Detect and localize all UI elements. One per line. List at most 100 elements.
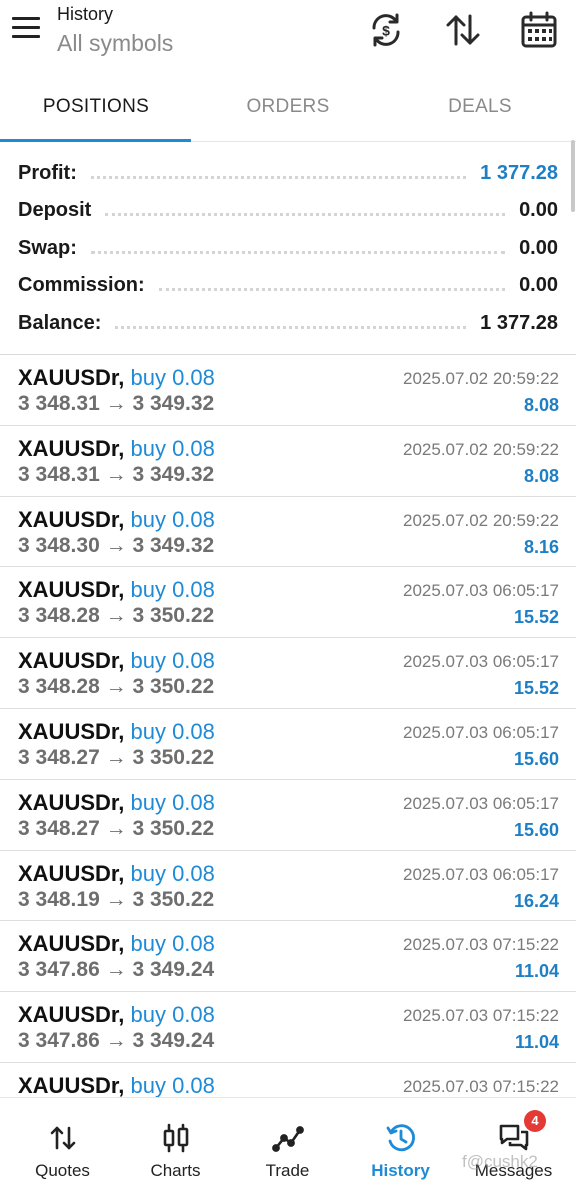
deal-profit: 11.04 <box>514 961 559 982</box>
deal-row[interactable]: XAUUSDr, buy 0.08 3 348.31 → 3 349.32 2025… <box>0 355 576 426</box>
unread-badge: 4 <box>524 1110 546 1132</box>
deal-profit: 15.60 <box>513 748 559 769</box>
deal-row[interactable]: XAUUSDr, buy 0.08 3 348.28 → 3 350.22 2025… <box>0 638 576 709</box>
deal-row[interactable]: XAUUSDr, buy 0.08 2025.07.03 07:15:22 <box>0 1063 576 1097</box>
nav-charts-label: Charts <box>150 1161 201 1180</box>
symbol-name: XAUUSDr, <box>18 1002 125 1028</box>
currency-exchange-icon[interactable]: $ <box>366 10 406 50</box>
trade-type: buy 0.08 <box>130 718 215 744</box>
symbol-name: XAUUSDr, <box>18 789 125 815</box>
deposit-label: Deposit <box>18 198 92 221</box>
history-tabs: POSITIONS ORDERS DEALS <box>0 78 576 142</box>
trade-type: buy 0.08 <box>130 648 215 674</box>
tab-deals[interactable]: DEALS <box>384 78 576 140</box>
deal-prices: 3 348.31 → 3 349.32 <box>18 392 214 416</box>
deal-row[interactable]: XAUUSDr, buy 0.08 3 348.27 → 3 350.22 2025… <box>0 709 576 780</box>
symbol-filter[interactable]: All symbols <box>57 30 173 57</box>
trade-type: buy 0.08 <box>130 577 215 603</box>
trade-icon <box>271 1122 304 1154</box>
commission-value: 0.00 <box>519 273 558 296</box>
profit-label: Profit: <box>18 161 77 184</box>
deal-time: 2025.07.03 07:15:22 <box>403 935 559 955</box>
deal-profit: 15.60 <box>513 819 559 840</box>
open-price: 3 348.28 <box>18 604 100 628</box>
deal-row[interactable]: XAUUSDr, buy 0.08 3 348.27 → 3 350.22 2025… <box>0 780 576 851</box>
balance-label: Balance: <box>18 311 102 334</box>
page-title: History <box>57 4 114 24</box>
symbol-name: XAUUSDr, <box>18 931 125 957</box>
deal-prices: 3 347.86 → 3 349.24 <box>18 958 214 982</box>
deal-time: 2025.07.03 06:05:17 <box>403 793 559 813</box>
trade-type: buy 0.08 <box>130 1072 215 1097</box>
summary-row-commission: Commission: 0.00 <box>18 267 558 303</box>
deal-row[interactable]: XAUUSDr, buy 0.08 3 347.86 → 3 349.24 2025… <box>0 921 576 993</box>
deal-profit: 8.08 <box>523 465 559 486</box>
commission-label: Commission: <box>18 273 145 296</box>
calendar-icon[interactable] <box>519 10 559 50</box>
nav-history[interactable]: History <box>343 1098 458 1200</box>
symbol-name: XAUUSDr, <box>18 577 125 603</box>
deal-time: 2025.07.03 06:05:17 <box>403 864 559 884</box>
arrow-icon: → <box>105 1029 127 1053</box>
deal-time: 2025.07.03 06:05:17 <box>403 722 559 742</box>
nav-trade-label: Trade <box>265 1161 310 1180</box>
tab-orders[interactable]: ORDERS <box>192 78 384 140</box>
open-price: 3 348.27 <box>18 745 100 769</box>
open-price: 3 348.31 <box>18 392 100 415</box>
symbol-name: XAUUSDr, <box>18 365 125 390</box>
deal-row[interactable]: XAUUSDr, buy 0.08 3 348.19 → 3 350.22 2025… <box>0 851 576 922</box>
sort-icon[interactable] <box>443 10 483 50</box>
dotted-leader <box>90 175 467 179</box>
arrow-icon: → <box>105 887 127 911</box>
arrow-icon: → <box>105 462 127 486</box>
deal-profit: 8.08 <box>523 395 559 415</box>
trade-type: buy 0.08 <box>130 860 215 886</box>
deal-row[interactable]: XAUUSDr, buy 0.08 3 347.86 → 3 349.24 2025… <box>0 992 576 1063</box>
nav-trade[interactable]: Trade <box>230 1098 345 1200</box>
close-price: 3 349.32 <box>132 392 215 415</box>
symbol-name: XAUUSDr, <box>18 718 125 744</box>
deal-row[interactable]: XAUUSDr, buy 0.08 3 348.31 → 3 349.32 2025… <box>0 426 576 497</box>
deal-time: 2025.07.02 20:59:22 <box>403 439 559 459</box>
trade-type: buy 0.08 <box>130 365 215 390</box>
positions-list[interactable]: XAUUSDr, buy 0.08 3 348.31 → 3 349.32 2025… <box>0 355 576 1097</box>
dotted-leader <box>90 250 506 254</box>
open-price: 3 348.27 <box>18 816 100 840</box>
active-tab-indicator <box>0 139 191 142</box>
deal-profit: 8.16 <box>523 536 559 557</box>
open-price: 3 347.86 <box>18 1029 100 1053</box>
deal-profit: 15.52 <box>513 607 559 628</box>
summary-row-deposit: Deposit 0.00 <box>18 192 558 228</box>
deal-profit: 15.52 <box>513 678 559 699</box>
deal-prices: 3 348.27 → 3 350.22 <box>18 817 214 841</box>
close-price: 3 349.24 <box>132 1029 215 1053</box>
deal-symbol: XAUUSDr, buy 0.08 <box>18 365 215 391</box>
deal-prices: 3 348.19 → 3 350.22 <box>18 888 214 912</box>
tab-positions[interactable]: POSITIONS <box>0 78 192 140</box>
deal-prices: 3 348.27 → 3 350.22 <box>18 746 214 770</box>
nav-quotes[interactable]: Quotes <box>5 1098 120 1200</box>
deal-row[interactable]: XAUUSDr, buy 0.08 3 348.30 → 3 349.32 2025… <box>0 497 576 568</box>
deal-time: 2025.07.03 07:15:22 <box>403 1006 559 1026</box>
arrow-icon: → <box>105 816 127 840</box>
close-price: 3 349.32 <box>132 533 215 557</box>
arrow-icon: → <box>105 958 127 982</box>
arrow-icon: → <box>105 675 127 699</box>
deal-time: 2025.07.02 20:59:22 <box>403 369 559 388</box>
open-price: 3 348.30 <box>18 533 100 557</box>
dotted-leader <box>158 287 506 291</box>
trade-type: buy 0.08 <box>130 931 215 957</box>
deal-row[interactable]: XAUUSDr, buy 0.08 3 348.28 → 3 350.22 2025… <box>0 567 576 639</box>
nav-messages[interactable]: 4 Messages <box>456 1098 571 1200</box>
balance-value: 1 377.28 <box>480 311 558 334</box>
deal-symbol: XAUUSDr, buy 0.08 <box>18 1073 215 1097</box>
deal-prices: 3 348.28 → 3 350.22 <box>18 604 214 628</box>
menu-icon[interactable] <box>10 14 42 42</box>
nav-charts[interactable]: Charts <box>118 1098 233 1200</box>
trade-type: buy 0.08 <box>130 435 215 461</box>
deal-prices: 3 348.30 → 3 349.32 <box>18 534 214 558</box>
deal-symbol: XAUUSDr, buy 0.08 <box>18 719 215 745</box>
dotted-leader <box>115 325 467 329</box>
profit-value: 1 377.28 <box>480 161 558 184</box>
close-price: 3 350.22 <box>132 745 215 769</box>
